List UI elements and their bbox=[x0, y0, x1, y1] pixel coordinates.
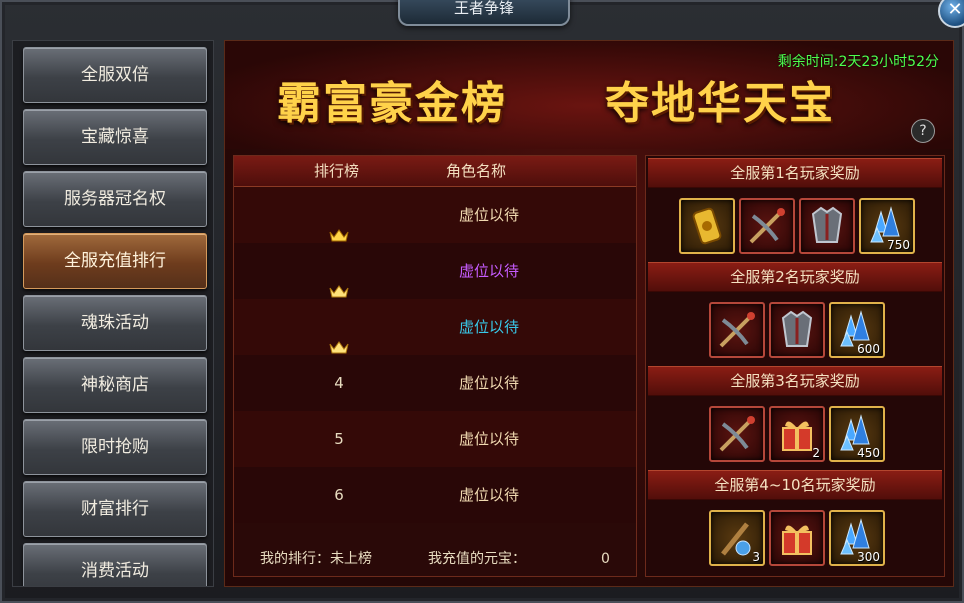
player-name: 虚位以待 bbox=[458, 262, 519, 280]
player-name: 虚位以待 bbox=[458, 374, 519, 392]
table-row: 5 虚位以待 bbox=[234, 411, 636, 467]
sidebar-item-soul-orb[interactable]: 魂珠活动 bbox=[23, 295, 207, 351]
silver-crown-icon bbox=[329, 265, 349, 297]
item-count: 2 bbox=[812, 446, 820, 460]
rewards-panel: 全服第1名玩家奖励 750 全服第2名玩家奖励 600 全服第3名玩家奖励 2 450 全服第… bbox=[645, 155, 945, 577]
reward-item[interactable] bbox=[769, 302, 825, 358]
reward-item[interactable] bbox=[709, 302, 765, 358]
reward-item[interactable] bbox=[679, 198, 735, 254]
table-row: 6 虚位以待 bbox=[234, 467, 636, 523]
crossbow-icon bbox=[713, 410, 761, 462]
sidebar-item-flash-sale[interactable]: 限时抢购 bbox=[23, 419, 207, 475]
reward-item[interactable] bbox=[799, 198, 855, 254]
sidebar-item-double-exp[interactable]: 全服双倍 bbox=[23, 47, 207, 103]
rank-number: 5 bbox=[334, 430, 344, 448]
item-count: 300 bbox=[857, 550, 880, 564]
item-count: 450 bbox=[857, 446, 880, 460]
sidebar-item-wealth-rank[interactable]: 财富排行 bbox=[23, 481, 207, 537]
banner: 霸富豪金榜 夺地华天宝 剩余时间:2天23小时52分 ? bbox=[225, 41, 953, 149]
reward-item[interactable]: 600 bbox=[829, 302, 885, 358]
crossbow-icon bbox=[743, 202, 791, 254]
reward-tier-header: 全服第4~10名玩家奖励 bbox=[648, 470, 942, 500]
sidebar-item-recharge-rank[interactable]: 全服充值排行 bbox=[23, 233, 207, 289]
reward-item[interactable] bbox=[739, 198, 795, 254]
help-icon[interactable]: ? bbox=[911, 119, 935, 143]
rank-cell bbox=[314, 299, 364, 355]
my-rank-footer: 我的排行：未上榜 我充值的元宝： 0 bbox=[234, 542, 636, 576]
window-title: 王者争锋 bbox=[398, 0, 570, 26]
reward-tier-header: 全服第2名玩家奖励 bbox=[648, 262, 942, 292]
rank-number: 6 bbox=[334, 486, 344, 504]
sidebar-item-server-naming[interactable]: 服务器冠名权 bbox=[23, 171, 207, 227]
rank-cell: 6 bbox=[314, 467, 364, 523]
header-name: 角色名称 bbox=[446, 162, 507, 180]
reward-tier-header: 全服第1名玩家奖励 bbox=[648, 158, 942, 188]
countdown-timer: 剩余时间:2天23小时52分 bbox=[777, 54, 939, 70]
sidebar-item-spending[interactable]: 消费活动 bbox=[23, 543, 207, 586]
my-recharge-value: 0 bbox=[601, 551, 610, 567]
rank-cell: 5 bbox=[314, 411, 364, 467]
armor-icon bbox=[773, 306, 821, 358]
crossbow-icon bbox=[713, 306, 761, 358]
sidebar-item-mystery-shop[interactable]: 神秘商店 bbox=[23, 357, 207, 413]
reward-item[interactable]: 450 bbox=[829, 406, 885, 462]
ranking-header: 排行榜 角色名称 bbox=[234, 156, 636, 187]
my-rank: 我的排行：未上榜 bbox=[260, 551, 372, 567]
header-rank: 排行榜 bbox=[314, 162, 360, 180]
reward-item[interactable]: 300 bbox=[829, 510, 885, 566]
gift-box-icon bbox=[773, 514, 821, 566]
table-row: 虚位以待 bbox=[234, 243, 636, 299]
ranking-table: 排行榜 角色名称 虚位以待 虚位以待 虚位以待 4 虚位以待 5 虚位以待 6 虚位以待 我的排… bbox=[233, 155, 637, 577]
table-row: 虚位以待 bbox=[234, 299, 636, 355]
reward-item[interactable]: 2 bbox=[769, 406, 825, 462]
player-name: 虚位以待 bbox=[458, 486, 519, 504]
reward-item[interactable]: 750 bbox=[859, 198, 915, 254]
player-name: 虚位以待 bbox=[458, 206, 519, 224]
banner-title-left: 霸富豪金榜 bbox=[277, 78, 507, 129]
rank-cell: 4 bbox=[314, 355, 364, 411]
sidebar: 全服双倍 宝藏惊喜 服务器冠名权 全服充值排行 魂珠活动 神秘商店 限时抢购 财… bbox=[12, 40, 214, 587]
main-panel: 霸富豪金榜 夺地华天宝 剩余时间:2天23小时52分 ? 排行榜 角色名称 虚位… bbox=[224, 40, 954, 587]
rank-number: 4 bbox=[334, 374, 344, 392]
reward-item[interactable] bbox=[769, 510, 825, 566]
table-row: 4 虚位以待 bbox=[234, 355, 636, 411]
reward-tier-header: 全服第3名玩家奖励 bbox=[648, 366, 942, 396]
reward-item[interactable]: 3 bbox=[709, 510, 765, 566]
rank-cell bbox=[314, 243, 364, 299]
gold-crown-icon bbox=[329, 209, 349, 241]
banner-title-right: 夺地华天宝 bbox=[605, 78, 835, 129]
armor-icon bbox=[803, 202, 851, 254]
reward-item[interactable] bbox=[709, 406, 765, 462]
player-name: 虚位以待 bbox=[458, 318, 519, 336]
bronze-crown-icon bbox=[329, 321, 349, 353]
item-count: 600 bbox=[857, 342, 880, 356]
my-recharge-label: 我充值的元宝： bbox=[428, 551, 526, 567]
rank-cell bbox=[314, 187, 364, 243]
gold-badge-icon bbox=[683, 202, 731, 254]
item-count: 3 bbox=[752, 550, 760, 564]
sidebar-item-treasure[interactable]: 宝藏惊喜 bbox=[23, 109, 207, 165]
player-name: 虚位以待 bbox=[458, 430, 519, 448]
item-count: 750 bbox=[887, 238, 910, 252]
table-row: 虚位以待 bbox=[234, 187, 636, 243]
